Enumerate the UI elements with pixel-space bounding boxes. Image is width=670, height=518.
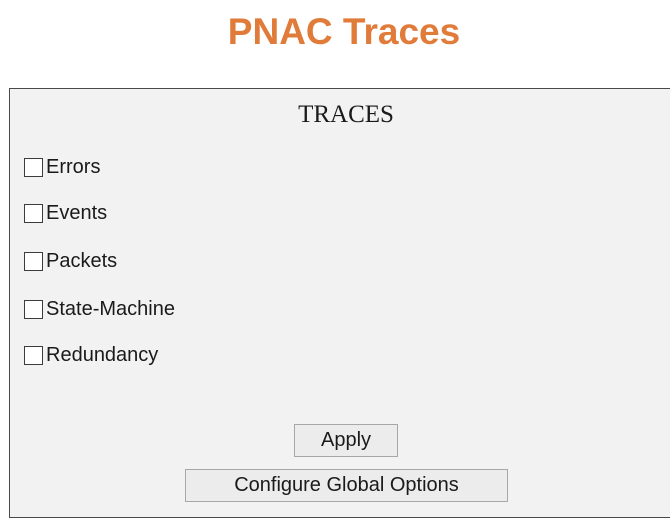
apply-button[interactable]: Apply — [294, 424, 398, 457]
redundancy-checkbox[interactable] — [24, 345, 43, 365]
redundancy-label: Redundancy — [46, 344, 159, 366]
trace-option-errors[interactable]: Errors — [24, 153, 100, 181]
configure-global-options-button[interactable]: Configure Global Options — [185, 469, 508, 502]
state-machine-checkbox[interactable] — [24, 299, 43, 319]
panel-heading: TRACES — [298, 101, 394, 128]
traces-panel: TRACES Errors Events Packets State-Machi… — [9, 88, 670, 518]
trace-option-packets[interactable]: Packets — [24, 247, 117, 275]
trace-option-events[interactable]: Events — [24, 199, 107, 227]
events-checkbox[interactable] — [24, 203, 43, 223]
errors-label: Errors — [46, 156, 101, 178]
state-machine-label: State-Machine — [46, 298, 175, 320]
packets-label: Packets — [46, 250, 118, 272]
events-label: Events — [46, 202, 108, 224]
packets-checkbox[interactable] — [24, 251, 43, 271]
trace-option-state-machine[interactable]: State-Machine — [24, 295, 175, 323]
trace-option-redundancy[interactable]: Redundancy — [24, 341, 158, 369]
errors-checkbox[interactable] — [24, 157, 43, 177]
page-title: PNAC Traces — [227, 11, 461, 52]
